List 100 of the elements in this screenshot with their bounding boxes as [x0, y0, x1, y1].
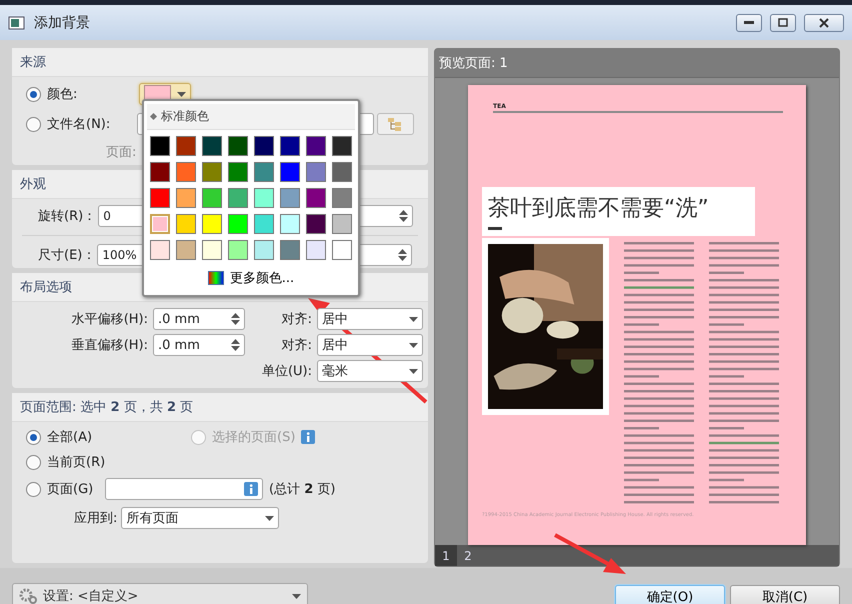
color-swatch[interactable] [280, 240, 300, 260]
page-field[interactable] [105, 478, 263, 500]
color-swatch[interactable] [332, 136, 352, 156]
window-icon [8, 14, 26, 30]
section-title: 来源 [12, 48, 428, 77]
color-swatch[interactable] [202, 162, 222, 182]
radio-button[interactable] [26, 482, 41, 496]
spinner-icon[interactable] [231, 312, 240, 326]
color-swatch[interactable] [332, 214, 352, 234]
color-swatch[interactable] [332, 188, 352, 208]
dropdown[interactable]: 居中 [317, 334, 423, 356]
color-swatch[interactable] [202, 214, 222, 234]
field-label: 对齐: [282, 337, 312, 354]
color-swatch[interactable] [280, 214, 300, 234]
color-swatch[interactable] [254, 162, 274, 182]
color-swatch[interactable] [228, 240, 248, 260]
color-swatch[interactable] [332, 162, 352, 182]
color-swatch[interactable] [176, 188, 196, 208]
color-swatch[interactable] [306, 136, 326, 156]
color-swatch[interactable] [306, 240, 326, 260]
field-label: 旋转(R)： [38, 208, 96, 225]
info-icon[interactable] [244, 482, 258, 496]
field-label: 垂直偏移(H): [70, 337, 148, 354]
field-label: 尺寸(E)： [38, 247, 96, 264]
dropdown[interactable]: 居中 [317, 308, 423, 330]
caret-icon [265, 516, 274, 520]
radio-label[interactable]: 当前页(R) [47, 453, 106, 471]
color-swatch[interactable] [176, 162, 196, 182]
caret-icon [292, 594, 301, 598]
color-swatch[interactable] [176, 240, 196, 260]
caret-icon [409, 342, 418, 348]
preview-title: 预览页面: 1 [435, 49, 839, 78]
minimize-button[interactable] [736, 14, 762, 32]
close-button[interactable] [804, 14, 844, 32]
spinner-icon[interactable] [398, 248, 408, 262]
field-label: 对齐: [282, 311, 312, 328]
dropdown[interactable]: 所有页面 [121, 507, 280, 529]
page-tab[interactable]: 2 [457, 545, 479, 566]
window-title: 添加背景 [34, 14, 91, 32]
color-swatch[interactable] [306, 214, 326, 234]
color-swatch[interactable] [228, 162, 248, 182]
field-label: 页面: [106, 144, 136, 161]
color-swatch[interactable] [150, 136, 170, 156]
radio-button[interactable] [26, 430, 41, 444]
radio-button[interactable] [26, 86, 41, 102]
field-label: 应用到: [74, 510, 118, 527]
dropdown[interactable]: 毫米 [317, 360, 423, 382]
color-swatch[interactable] [332, 240, 352, 260]
field-label: 水平偏移(H): [70, 311, 148, 328]
settings-dropdown[interactable]: 设置: <自定义> [12, 583, 308, 604]
spinner-icon[interactable] [231, 338, 240, 352]
palette-icon [208, 271, 224, 285]
color-swatch[interactable] [176, 136, 196, 156]
radio-label[interactable]: 全部(A) [47, 428, 92, 446]
color-swatch[interactable] [202, 240, 222, 260]
info-icon[interactable] [301, 430, 316, 444]
number-field[interactable]: .0 mm [153, 334, 245, 356]
color-swatch[interactable] [228, 214, 248, 234]
minimize-icon [744, 20, 754, 24]
color-swatch[interactable] [306, 188, 326, 208]
color-swatch[interactable] [202, 136, 222, 156]
caret-icon [177, 92, 186, 96]
gear-icon [19, 588, 37, 604]
caret-icon [409, 316, 418, 322]
radio-label[interactable]: 页面(G) [47, 480, 94, 498]
color-swatch[interactable] [228, 136, 248, 156]
radio-label[interactable]: 文件名(N): [47, 115, 110, 133]
dialog-button[interactable]: 取消(C) [730, 585, 840, 604]
maximize-icon [778, 18, 788, 27]
color-swatch[interactable] [254, 214, 274, 234]
folder-tree-icon [387, 117, 404, 131]
color-swatch[interactable] [176, 214, 196, 234]
close-icon [819, 18, 829, 28]
color-swatch[interactable] [150, 162, 170, 182]
color-swatch[interactable] [150, 188, 170, 208]
dialog-button[interactable]: 确定(O) [615, 585, 725, 604]
color-swatch[interactable] [280, 188, 300, 208]
author-line-drawing [488, 227, 502, 230]
color-swatch[interactable] [254, 136, 274, 156]
color-swatch[interactable] [306, 162, 326, 182]
popup-title: 标准颜色 [161, 108, 209, 125]
radio-button[interactable] [26, 454, 41, 470]
color-swatch[interactable] [150, 240, 170, 260]
color-swatch[interactable] [228, 188, 248, 208]
diamond-icon [150, 113, 157, 120]
color-swatch[interactable] [254, 240, 274, 260]
number-field[interactable]: .0 mm [153, 308, 245, 330]
page-tab[interactable]: 1 [435, 545, 457, 566]
color-swatch[interactable] [254, 188, 274, 208]
color-swatch[interactable] [150, 214, 170, 234]
color-swatch[interactable] [280, 162, 300, 182]
color-swatch[interactable] [280, 136, 300, 156]
maximize-button[interactable] [770, 14, 796, 32]
color-swatch[interactable] [202, 188, 222, 208]
field-label: 单位(U): [260, 363, 312, 380]
radio-button[interactable] [26, 116, 41, 132]
caret-icon [409, 368, 418, 374]
article-headline: 茶叶到底需不需要“洗” [488, 195, 710, 223]
radio-label[interactable]: 颜色: [47, 85, 78, 103]
spinner-icon[interactable] [399, 209, 408, 223]
